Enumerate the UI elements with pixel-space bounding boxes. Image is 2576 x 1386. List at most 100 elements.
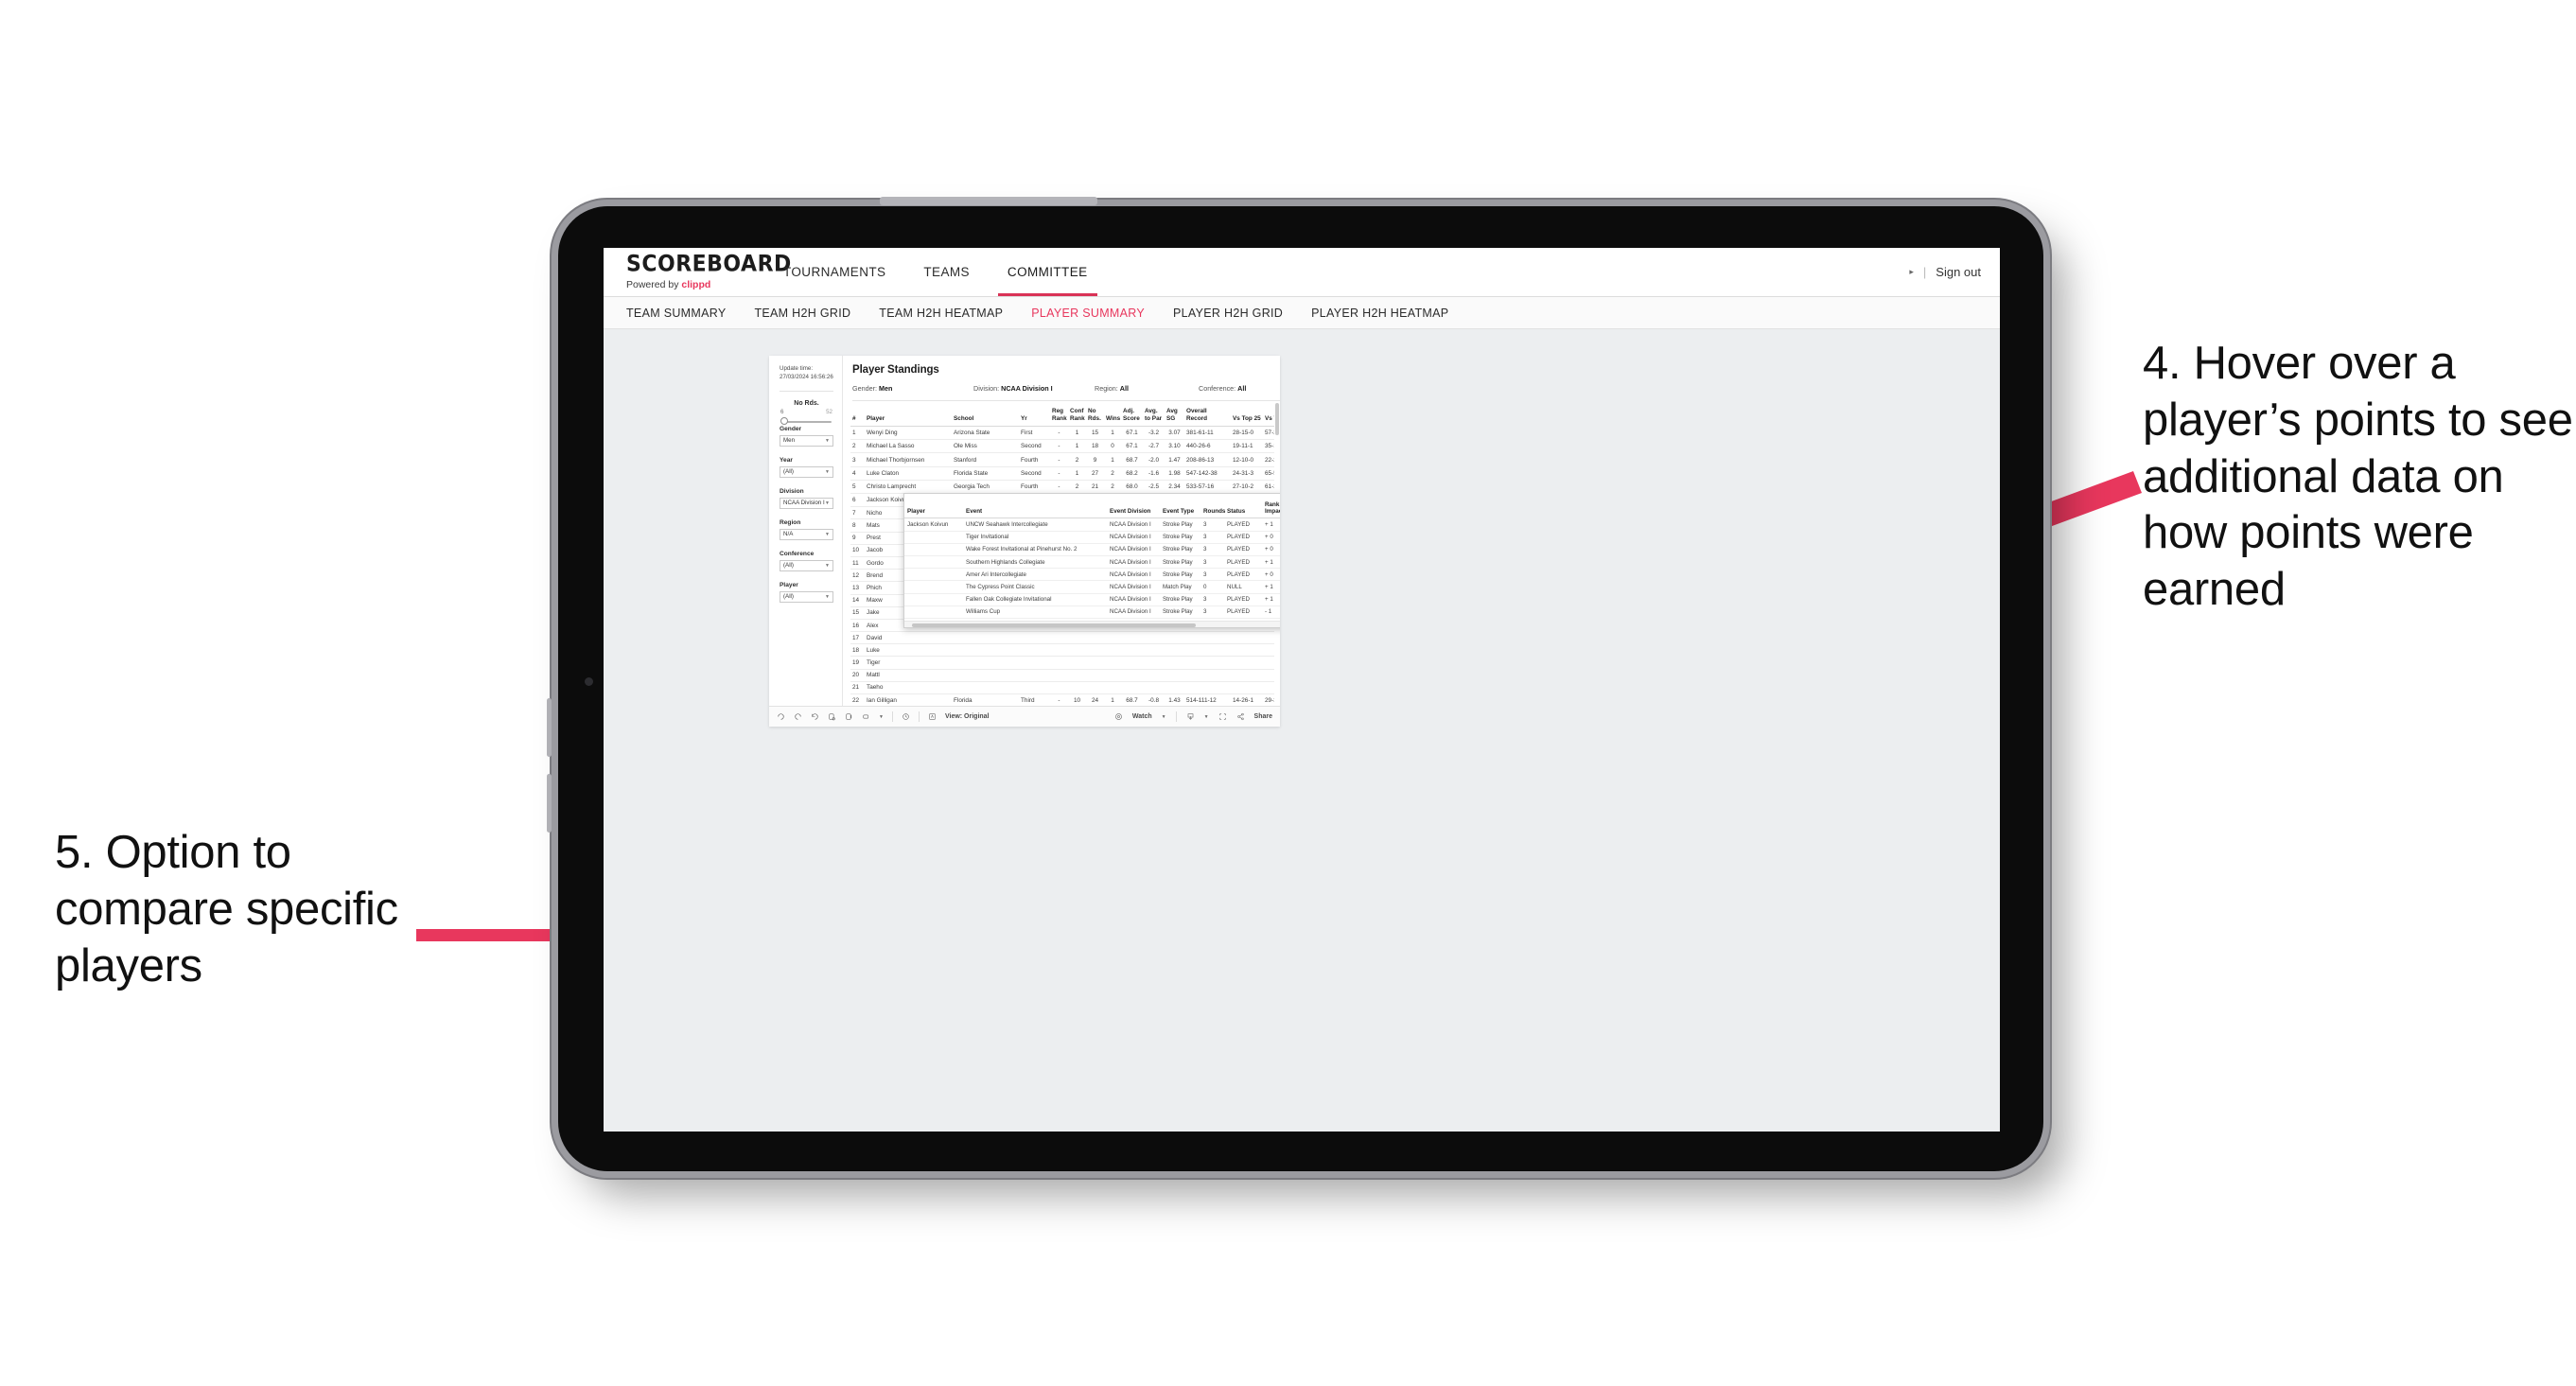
filter-player-value: (All) — [783, 593, 794, 601]
redo-icon[interactable] — [794, 712, 802, 721]
filter-year-select[interactable]: (All) ▼ — [780, 465, 833, 478]
cell-avg-to-par: -2.5 — [1143, 480, 1165, 495]
subnav-player-h2h-heatmap[interactable]: PLAYER H2H HEATMAP — [1311, 307, 1465, 320]
col-avg-sg[interactable]: Avg SG — [1165, 405, 1184, 428]
cell-avg-sg: 2.34 — [1165, 480, 1184, 495]
share-icon[interactable] — [1236, 712, 1245, 721]
sign-out-link[interactable]: Sign out — [1936, 265, 1981, 279]
tooltip-row: Jackson Koivun UNCW Seahawk Intercollegia… — [904, 518, 1280, 532]
viz-toolbar-left: ▼ View: Original — [777, 711, 990, 722]
cell-wins — [1104, 643, 1121, 658]
tt-cell-event: Tiger Invitational — [963, 531, 1107, 544]
col-wins[interactable]: Wins — [1104, 405, 1121, 428]
cell-vs-top-25: 12-10-0 — [1231, 452, 1263, 467]
dropdown-caret-icon[interactable]: ▼ — [1162, 714, 1166, 720]
cell-adj-score: 67.1 — [1121, 439, 1143, 454]
chevron-down-icon: ▼ — [825, 468, 830, 475]
col-reg-rank[interactable]: Reg Rank — [1050, 405, 1068, 428]
cell-no-rds — [1086, 669, 1104, 682]
table-row[interactable]: 1 Wenyi Ding Arizona State First -1 15 1 67.1 -3… — [850, 426, 1280, 441]
tt-cell-event-type: Stroke Play — [1160, 543, 1200, 557]
table-row[interactable]: 21 Taeho — [850, 681, 1280, 695]
col-avg-to-par[interactable]: Avg. to Par — [1143, 405, 1165, 428]
subnav-player-summary[interactable]: PLAYER SUMMARY — [1031, 307, 1162, 320]
watch-icon[interactable] — [1114, 712, 1123, 721]
undo-icon[interactable] — [777, 712, 785, 721]
cell-rank: 12 — [850, 569, 865, 583]
tt-cell-player — [904, 531, 963, 544]
download-icon[interactable] — [1186, 712, 1195, 721]
table-row[interactable]: 19 Tiger — [850, 656, 1280, 670]
tooltip-scrollbar-thumb[interactable] — [912, 623, 1196, 627]
col-vs-top-25[interactable]: Vs Top 25 — [1231, 405, 1263, 428]
account-caret-icon[interactable]: ▸ — [1909, 267, 1914, 277]
table-row[interactable]: 18 Luke — [850, 643, 1280, 658]
cell-avg-to-par: -0.8 — [1143, 693, 1165, 706]
slider-handle[interactable] — [780, 417, 788, 426]
cell-reg-rank: - — [1050, 480, 1068, 495]
nav-committee[interactable]: COMMITTEE — [989, 248, 1107, 296]
col-conf-rank[interactable]: Conf Rank — [1068, 405, 1086, 428]
tt-cell-event-type: Stroke Play — [1160, 568, 1200, 582]
col-overall-record[interactable]: Overall Record — [1184, 405, 1231, 428]
cell-no-rds: 9 — [1086, 452, 1104, 467]
cell-reg-rank: - — [1050, 693, 1068, 706]
view-icon[interactable] — [928, 712, 937, 721]
filter-division-select[interactable]: NCAA Division I ▼ — [780, 497, 833, 509]
subnav-team-h2h-heatmap[interactable]: TEAM H2H HEATMAP — [879, 307, 1020, 320]
fullscreen-icon[interactable] — [1218, 712, 1227, 721]
dropdown-caret-icon[interactable]: ▼ — [879, 714, 884, 720]
view-original-label[interactable]: View: Original — [945, 713, 990, 720]
highlight-icon[interactable] — [862, 712, 870, 721]
table-row[interactable]: 20 Mattl — [850, 669, 1280, 682]
tooltip-horizontal-scrollbar[interactable]: ▼ — [904, 621, 1280, 627]
refresh-icon[interactable] — [828, 712, 836, 721]
filters-divider — [780, 390, 833, 392]
cell-no-rds — [1086, 681, 1104, 695]
nav-tournaments[interactable]: TOURNAMENTS — [764, 248, 904, 296]
filter-conference-select[interactable]: (All) ▼ — [780, 559, 833, 571]
cell-avg-to-par — [1143, 681, 1165, 695]
cell-vs-top-25 — [1231, 631, 1263, 645]
tt-cell-event: The Cypress Point Classic — [963, 580, 1107, 594]
col-yr[interactable]: Yr — [1019, 405, 1050, 428]
table-row[interactable]: 3 Michael Thorbjornsen Stanford Fourth -2 9 1 6… — [850, 452, 1280, 467]
col-school[interactable]: School — [952, 405, 1019, 428]
table-row[interactable]: 2 Michael La Sasso Ole Miss Second -1 18 0 67.1… — [850, 439, 1280, 454]
slider-track[interactable] — [780, 417, 833, 426]
cell-avg-sg — [1165, 631, 1184, 645]
no-rounds-slider[interactable]: No Rds. 6 52 — [780, 400, 833, 426]
subnav-team-h2h-grid[interactable]: TEAM H2H GRID — [754, 307, 867, 320]
subnav-player-h2h-grid[interactable]: PLAYER H2H GRID — [1173, 307, 1300, 320]
filter-player-select[interactable]: (All) ▼ — [780, 590, 833, 603]
watch-label[interactable]: Watch — [1132, 713, 1152, 720]
cell-rank: 9 — [850, 532, 865, 545]
toolbar-divider — [918, 711, 920, 722]
revert-icon[interactable] — [811, 712, 819, 721]
cell-vs-top-25 — [1231, 669, 1263, 682]
tt-cell-event-type: Stroke Play — [1160, 531, 1200, 544]
tt-cell-player — [904, 543, 963, 557]
table-row[interactable]: 5 Christo Lamprecht Georgia Tech Fourth -2 21… — [850, 480, 1280, 495]
scrollbar-thumb[interactable] — [1275, 403, 1279, 435]
share-label[interactable]: Share — [1254, 713, 1272, 720]
col-adj-score[interactable]: Adj. Score — [1121, 405, 1143, 428]
filter-gender-select[interactable]: Men ▼ — [780, 434, 833, 447]
filter-region-select[interactable]: N/A ▼ — [780, 528, 833, 540]
workbench-area: Update time: 27/03/2024 16:56:26 No Rds.… — [604, 329, 2000, 1132]
table-row[interactable]: 22 Ian Gilligan Florida Third -10 24 1 68.7 -0.8… — [850, 693, 1280, 706]
col-player[interactable]: Player — [865, 405, 952, 428]
pause-icon[interactable] — [845, 712, 853, 721]
cell-wins — [1104, 631, 1121, 645]
table-row[interactable]: 17 David — [850, 631, 1280, 645]
panel-header: Player Standings Gender: Men Division: N… — [843, 356, 1280, 401]
history-icon[interactable] — [902, 712, 910, 721]
brand-logo[interactable]: SCOREBOARD Powered by clippd — [604, 248, 791, 296]
col-rank[interactable]: # — [850, 405, 865, 428]
dropdown-caret-icon[interactable]: ▼ — [1204, 714, 1209, 720]
nav-teams[interactable]: TEAMS — [904, 248, 989, 296]
table-row[interactable]: 4 Luke Claton Florida State Second -1 27 2 68.2… — [850, 466, 1280, 481]
subnav-team-summary[interactable]: TEAM SUMMARY — [626, 307, 743, 320]
col-no-rds[interactable]: No Rds. — [1086, 405, 1104, 428]
cell-yr: Second — [1019, 466, 1050, 481]
